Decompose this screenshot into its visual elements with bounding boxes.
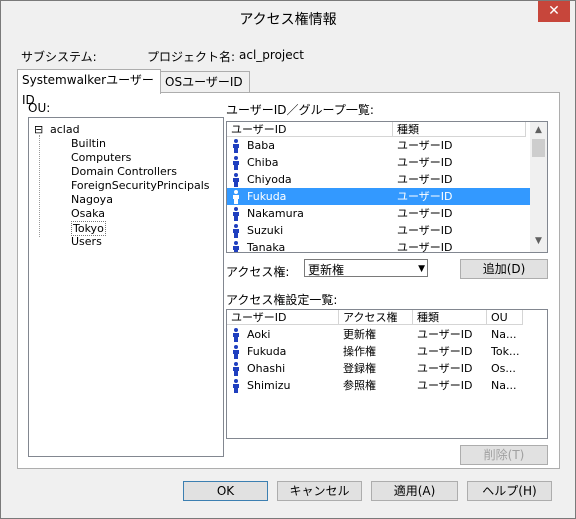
type-cell: ユーザーID: [397, 190, 453, 203]
tree-item[interactable]: Domain Controllers: [71, 165, 177, 178]
user-group-list[interactable]: ユーザーID 種類 Baba ユーザーID Chiba ユーザーID Chiyoda ユー…: [226, 121, 548, 253]
user-id-cell: Baba: [247, 139, 276, 152]
tab-panel: OU: ⊟ aclad Builtin Computers Domain Con…: [17, 92, 560, 469]
type-cell: ユーザーID: [417, 328, 473, 341]
access-right-select[interactable]: 更新権 ▼: [304, 259, 428, 277]
user-icon: [233, 224, 239, 238]
project-value: acl_project: [239, 48, 304, 62]
type-cell: ユーザーID: [417, 379, 473, 392]
apply-button[interactable]: 適用(A): [371, 481, 458, 501]
user-list-scrollbar[interactable]: ▲ ▼: [530, 122, 547, 252]
access-right-value: 更新権: [308, 263, 345, 277]
scroll-down-icon[interactable]: ▼: [530, 233, 547, 250]
access-setting-row[interactable]: Ohashi 登録権 ユーザーID Os...: [227, 360, 545, 377]
user-id-cell: Shimizu: [247, 379, 291, 392]
tree-item[interactable]: ForeignSecurityPrincipals: [71, 179, 210, 192]
user-row[interactable]: Baba ユーザーID: [227, 137, 530, 154]
user-icon: [233, 173, 239, 187]
access-rights-dialog: アクセス権情報 ✕ サブシステム: プロジェクト名: acl_project S…: [0, 0, 576, 519]
user-id-cell: Suzuki: [247, 224, 284, 237]
access-right-cell: 登録権: [343, 362, 376, 375]
type-cell: ユーザーID: [417, 345, 473, 358]
user-icon: [233, 345, 239, 359]
user-id-cell: Fukuda: [247, 190, 287, 203]
user-id-cell: Chiyoda: [247, 173, 292, 186]
tree-item[interactable]: Builtin: [71, 137, 106, 150]
type-cell: ユーザーID: [417, 362, 473, 375]
column-header-userid[interactable]: ユーザーID: [227, 310, 339, 325]
user-id-cell: Nakamura: [247, 207, 304, 220]
tree-item-focused[interactable]: Tokyo: [71, 221, 106, 236]
user-id-cell: Ohashi: [247, 362, 286, 375]
user-icon: [233, 207, 239, 221]
user-row[interactable]: Chiyoda ユーザーID: [227, 171, 530, 188]
access-settings-list[interactable]: ユーザーID アクセス権 種類 OU Aoki 更新権 ユーザーID Na... Fuk…: [226, 309, 548, 439]
title-bar: アクセス権情報 ✕: [1, 1, 575, 32]
user-id-cell: Chiba: [247, 156, 279, 169]
user-icon: [233, 328, 239, 342]
tree-connector: [39, 135, 41, 237]
column-header-type[interactable]: 種類: [393, 122, 526, 137]
tab-os-userid[interactable]: OSユーザーID: [160, 71, 250, 93]
user-row[interactable]: Nakamura ユーザーID: [227, 205, 530, 222]
close-button[interactable]: ✕: [538, 1, 570, 22]
user-row[interactable]: Fukuda ユーザーID: [227, 188, 530, 205]
column-header-type[interactable]: 種類: [413, 310, 487, 325]
user-id-cell: Fukuda: [247, 345, 287, 358]
ou-cell: Os...: [491, 362, 516, 375]
access-setting-row[interactable]: Shimizu 参照権 ユーザーID Na...: [227, 377, 545, 394]
close-icon: ✕: [548, 3, 560, 19]
column-header-access[interactable]: アクセス権: [339, 310, 413, 325]
tree-item[interactable]: Nagoya: [71, 193, 113, 206]
type-cell: ユーザーID: [397, 224, 453, 237]
access-right-cell: 参照権: [343, 379, 376, 392]
user-icon: [233, 362, 239, 376]
user-id-cell: Tanaka: [247, 241, 286, 253]
user-row[interactable]: Chiba ユーザーID: [227, 154, 530, 171]
add-button[interactable]: 追加(D): [460, 259, 548, 279]
scroll-thumb[interactable]: [532, 139, 545, 157]
window-title: アクセス権情報: [239, 12, 337, 28]
access-setting-row[interactable]: Aoki 更新権 ユーザーID Na...: [227, 326, 545, 343]
user-id-cell: Aoki: [247, 328, 271, 341]
ok-button[interactable]: OK: [183, 481, 268, 501]
subsystem-label: サブシステム:: [21, 50, 97, 64]
help-button[interactable]: ヘルプ(H): [467, 481, 552, 501]
scroll-up-icon[interactable]: ▲: [530, 122, 547, 139]
access-right-cell: 操作権: [343, 345, 376, 358]
project-label: プロジェクト名:: [147, 50, 236, 64]
column-header-ou[interactable]: OU: [487, 310, 523, 325]
user-icon: [233, 156, 239, 170]
tree-item[interactable]: Computers: [71, 151, 131, 164]
access-right-label: アクセス権:: [226, 265, 290, 279]
type-cell: ユーザーID: [397, 173, 453, 186]
user-list-label: ユーザーID／グループ一覧:: [226, 103, 374, 117]
ou-cell: Na...: [491, 379, 517, 392]
type-cell: ユーザーID: [397, 241, 453, 253]
tab-systemwalker-userid[interactable]: SystemwalkerユーザーID: [17, 69, 161, 107]
column-header-userid[interactable]: ユーザーID: [227, 122, 393, 137]
user-icon: [233, 379, 239, 393]
type-cell: ユーザーID: [397, 139, 453, 152]
settings-list-label: アクセス権設定一覧:: [226, 293, 338, 307]
chevron-down-icon: ▼: [418, 264, 425, 274]
user-row[interactable]: Suzuki ユーザーID: [227, 222, 530, 239]
type-cell: ユーザーID: [397, 156, 453, 169]
tree-item[interactable]: Osaka: [71, 207, 105, 220]
delete-button[interactable]: 削除(T): [460, 445, 548, 465]
ou-cell: Tok...: [491, 345, 520, 358]
ou-cell: Na...: [491, 328, 517, 341]
access-setting-row[interactable]: Fukuda 操作権 ユーザーID Tok...: [227, 343, 545, 360]
user-icon: [233, 241, 239, 252]
ou-tree[interactable]: ⊟ aclad Builtin Computers Domain Control…: [28, 117, 224, 457]
user-icon: [233, 139, 239, 153]
user-row[interactable]: Tanaka ユーザーID: [227, 239, 530, 253]
cancel-button[interactable]: キャンセル: [277, 481, 362, 501]
user-icon: [233, 190, 239, 204]
tree-item[interactable]: Users: [71, 235, 102, 248]
access-right-cell: 更新権: [343, 328, 376, 341]
tree-root-aclad[interactable]: aclad: [50, 123, 80, 136]
type-cell: ユーザーID: [397, 207, 453, 220]
